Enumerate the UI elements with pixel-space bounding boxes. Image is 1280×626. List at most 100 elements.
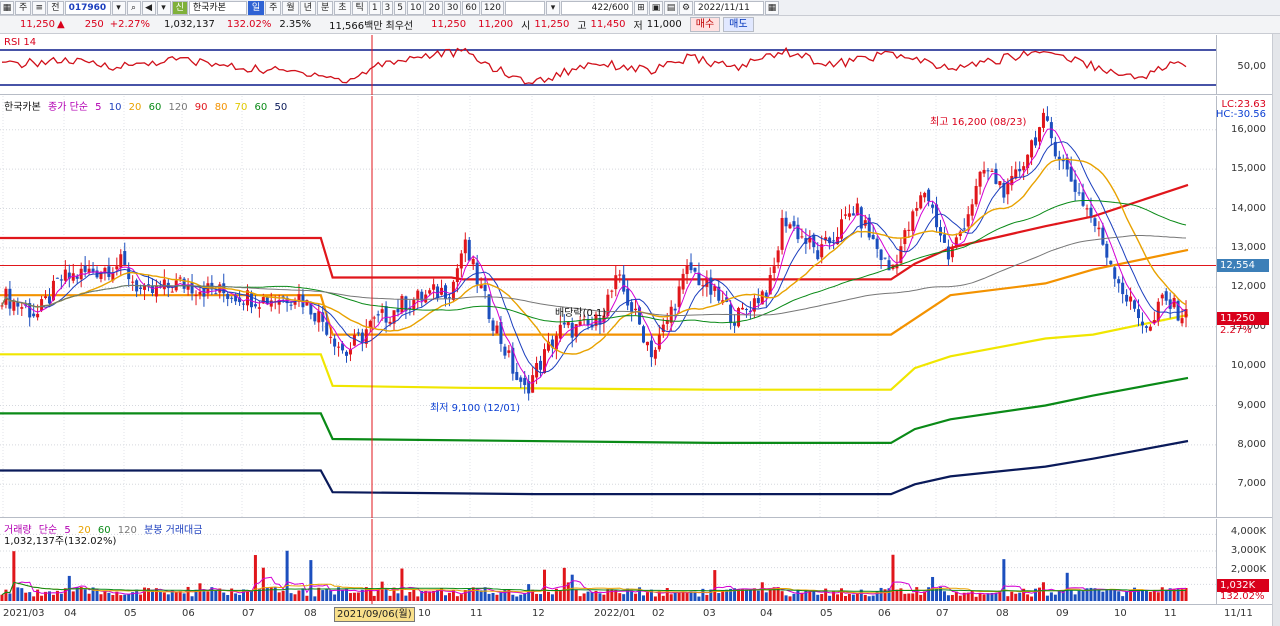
volume-bar xyxy=(804,590,808,601)
legend-ma20: 20 xyxy=(128,102,142,113)
volume-bar xyxy=(550,594,554,601)
volume-bar xyxy=(20,588,24,601)
volume-bar xyxy=(443,595,448,601)
menu-icon[interactable]: ≡ xyxy=(32,0,47,15)
candle-body xyxy=(1069,166,1073,182)
volume-bar xyxy=(206,591,210,601)
candle-body xyxy=(1164,291,1168,301)
minute-option-10[interactable]: 10 xyxy=(407,0,425,15)
interval-dropdown[interactable] xyxy=(505,0,546,15)
minute-option-30[interactable]: 30 xyxy=(443,0,462,15)
candle-body xyxy=(1049,122,1053,139)
minute-option-3[interactable]: 3 xyxy=(381,0,394,15)
save-icon[interactable]: ▤ xyxy=(664,0,679,15)
price-pane[interactable]: 한국카본 종가 단순 5 10 20 60 120 90 80 70 60 50… xyxy=(0,96,1280,518)
volume-bar xyxy=(479,590,483,601)
volume-bar xyxy=(1065,572,1069,601)
candle-body xyxy=(622,274,626,292)
candle-body xyxy=(693,267,697,272)
candle-body xyxy=(1109,260,1113,265)
volume-bar xyxy=(321,590,325,601)
candle-body xyxy=(1133,300,1137,309)
chevron-down-icon[interactable]: ▾ xyxy=(111,0,126,15)
candle-body xyxy=(190,282,194,294)
candle-body xyxy=(610,290,614,292)
minute-option-20[interactable]: 20 xyxy=(425,0,443,15)
volume-bar xyxy=(1140,590,1144,601)
crosshair-date: 2021/09/06(월) xyxy=(334,607,415,622)
date-field[interactable]: 2022/11/11 xyxy=(694,0,765,15)
data-count-field[interactable]: 422/600 xyxy=(561,0,634,15)
candle-body xyxy=(1097,227,1101,230)
period-main-button[interactable]: 주 xyxy=(15,0,32,15)
lock-icon[interactable]: ▣ xyxy=(649,0,664,15)
tab-minute[interactable]: 분 xyxy=(316,0,334,15)
volume-bar xyxy=(582,593,586,601)
date-label: 04 xyxy=(64,608,77,619)
date-label: 06 xyxy=(182,608,195,619)
candle-body xyxy=(1034,137,1038,146)
stock-code-input[interactable]: 017960 xyxy=(64,0,111,15)
volume-bar xyxy=(499,592,503,601)
volume-bar xyxy=(634,593,638,601)
candle-body xyxy=(970,204,974,216)
calendar-icon[interactable]: ▦ xyxy=(765,0,780,15)
volume-bar xyxy=(463,589,467,601)
candle-body xyxy=(1105,243,1109,258)
rsi-axis-label: 50,00 xyxy=(1237,61,1266,72)
candle-body xyxy=(36,313,40,318)
candle-body xyxy=(1117,279,1121,284)
volume-bar xyxy=(820,593,824,601)
tab-month[interactable]: 월 xyxy=(282,0,299,15)
price-axis-label: 8,000 xyxy=(1237,438,1266,450)
grid-icon[interactable]: ▦ xyxy=(0,0,14,15)
volume-bar xyxy=(519,594,523,601)
minute-option-120[interactable]: 120 xyxy=(480,0,505,15)
tab-year[interactable]: 년 xyxy=(299,0,316,15)
candle-body xyxy=(657,334,661,350)
volume-bar xyxy=(202,591,206,601)
volume-bar xyxy=(226,594,230,601)
sell-button[interactable]: 매도 xyxy=(723,17,754,32)
candle-body xyxy=(1022,166,1026,171)
candle-body xyxy=(1129,296,1133,302)
stock-name-field[interactable]: 한국카본 xyxy=(188,0,247,15)
search-icon[interactable]: ⌕ xyxy=(126,0,141,15)
tab-week[interactable]: 주 xyxy=(265,0,282,15)
rsi-pane[interactable]: RSI 14 50,00 xyxy=(0,35,1280,95)
tab-second[interactable]: 초 xyxy=(334,0,351,15)
volume-bar xyxy=(1014,593,1018,601)
minute-option-5[interactable]: 5 xyxy=(394,0,407,15)
speaker-icon[interactable]: ◀ xyxy=(141,0,156,15)
legend-minute-amount: 분봉 거래대금 xyxy=(144,525,203,536)
volume-bar xyxy=(645,592,649,601)
minute-option-60[interactable]: 60 xyxy=(462,0,480,15)
volume-bar xyxy=(388,595,392,601)
volume-bar xyxy=(139,594,143,601)
candle-body xyxy=(653,349,657,359)
price-plot xyxy=(0,96,1216,518)
tab-day[interactable]: 일 xyxy=(247,0,265,15)
volume-bar xyxy=(1117,591,1121,601)
candle-body xyxy=(677,286,681,307)
candle-body xyxy=(1160,294,1164,299)
volume-bar xyxy=(143,587,147,601)
minute-option-1[interactable]: 1 xyxy=(368,0,381,15)
volume-bar xyxy=(103,590,107,601)
chevron-down-icon[interactable]: ▾ xyxy=(546,0,561,15)
rsi-line xyxy=(1,46,1187,85)
volume-bar xyxy=(871,595,875,601)
vertical-scrollbar[interactable] xyxy=(1272,34,1280,626)
candle-body xyxy=(927,189,931,202)
layout-icon[interactable]: ⊞ xyxy=(634,0,649,15)
tab-tick[interactable]: 틱 xyxy=(351,0,368,15)
chevron-down-icon[interactable]: ▾ xyxy=(156,0,171,15)
buy-button[interactable]: 매수 xyxy=(689,17,721,32)
candle-body xyxy=(800,236,804,238)
mode-button[interactable]: 전 xyxy=(47,0,64,15)
volume-pane[interactable]: 거래량 단순 5 20 60 120 분봉 거래대금 1,032,137주(13… xyxy=(0,519,1280,604)
volume-bar xyxy=(63,588,67,601)
price-axis: LC:23.63 HC:-30.56 16,000 15,000 14,000 13,… xyxy=(1216,96,1280,517)
settings-icon[interactable]: ⚙ xyxy=(679,0,694,15)
current-pct-tag: 2.27% xyxy=(1220,325,1252,336)
